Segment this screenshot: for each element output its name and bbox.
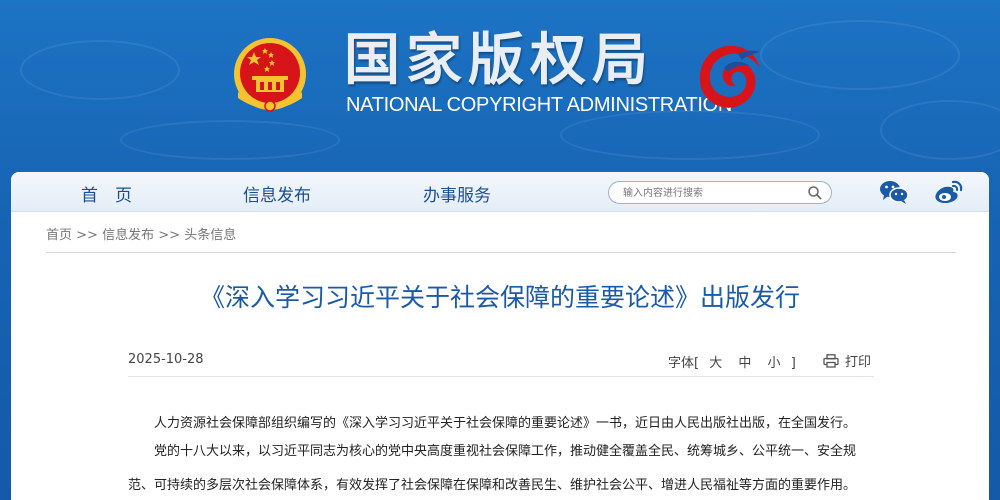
cloud-decoration [120,120,340,160]
article-title: 《深入学习习近平关于社会保障的重要论述》出版发行 [199,283,800,312]
breadcrumb-home[interactable]: 首页 [46,228,72,243]
print-label: 打印 [845,355,872,370]
search-icon[interactable] [807,185,823,201]
font-size-label: 字体 [668,356,695,371]
wechat-icon[interactable] [879,179,909,205]
font-size-small[interactable]: 小 [768,356,781,371]
content-card: 首 页 信息发布 办事服务 首页 [11,172,989,500]
breadcrumb: 首页 >> 信息发布 >> 头条信息 [46,224,236,243]
cloud-decoration [560,110,820,160]
font-size-control: 字体[ 大 中 小 ] [668,352,796,371]
print-button[interactable]: 打印 [823,351,871,370]
divider [46,252,956,253]
article-paragraph: 党的十八大以来，以习近平同志为核心的党中央高度重视社会保障工作，推动健全覆盖全民… [154,444,857,459]
cloud-decoration [20,40,180,100]
site-subtitle: NATIONAL COPYRIGHT ADMINISTRATION [346,94,733,116]
search-box [608,181,832,204]
article-paragraph-continuation: 范、可持续的多层次社会保障体系，有效发挥了社会保障在保障和改善民生、维护社会公平… [128,478,857,493]
breadcrumb-separator: >> [76,228,98,243]
nav-info-release[interactable]: 信息发布 [243,181,311,206]
breadcrumb-info-release[interactable]: 信息发布 [102,228,154,243]
nav-home[interactable]: 首 页 [81,181,132,206]
font-size-bracket-open: [ [694,356,700,371]
font-size-bracket-close: ] [790,356,796,371]
divider [128,376,874,377]
publish-date: 2025-10-28 [128,352,204,367]
copyright-swirl-logo-icon [699,45,760,108]
cloud-decoration [880,100,1000,160]
font-size-medium[interactable]: 中 [738,356,751,371]
printer-icon [823,354,839,368]
national-emblem-icon [234,38,306,112]
breadcrumb-separator: >> [158,228,181,243]
breadcrumb-headlines[interactable]: 头条信息 [184,228,236,243]
main-navbar: 首 页 信息发布 办事服务 [11,172,989,212]
search-input[interactable] [623,185,803,201]
font-size-large[interactable]: 大 [709,356,722,371]
weibo-icon[interactable] [933,179,963,205]
site-title: 国家版权局 [344,28,654,93]
cloud-decoration [760,20,960,90]
nav-services[interactable]: 办事服务 [423,181,491,206]
article-paragraph: 人力资源社会保障部组织编写的《深入学习习近平关于社会保障的重要论述》一书，近日由… [154,416,857,431]
